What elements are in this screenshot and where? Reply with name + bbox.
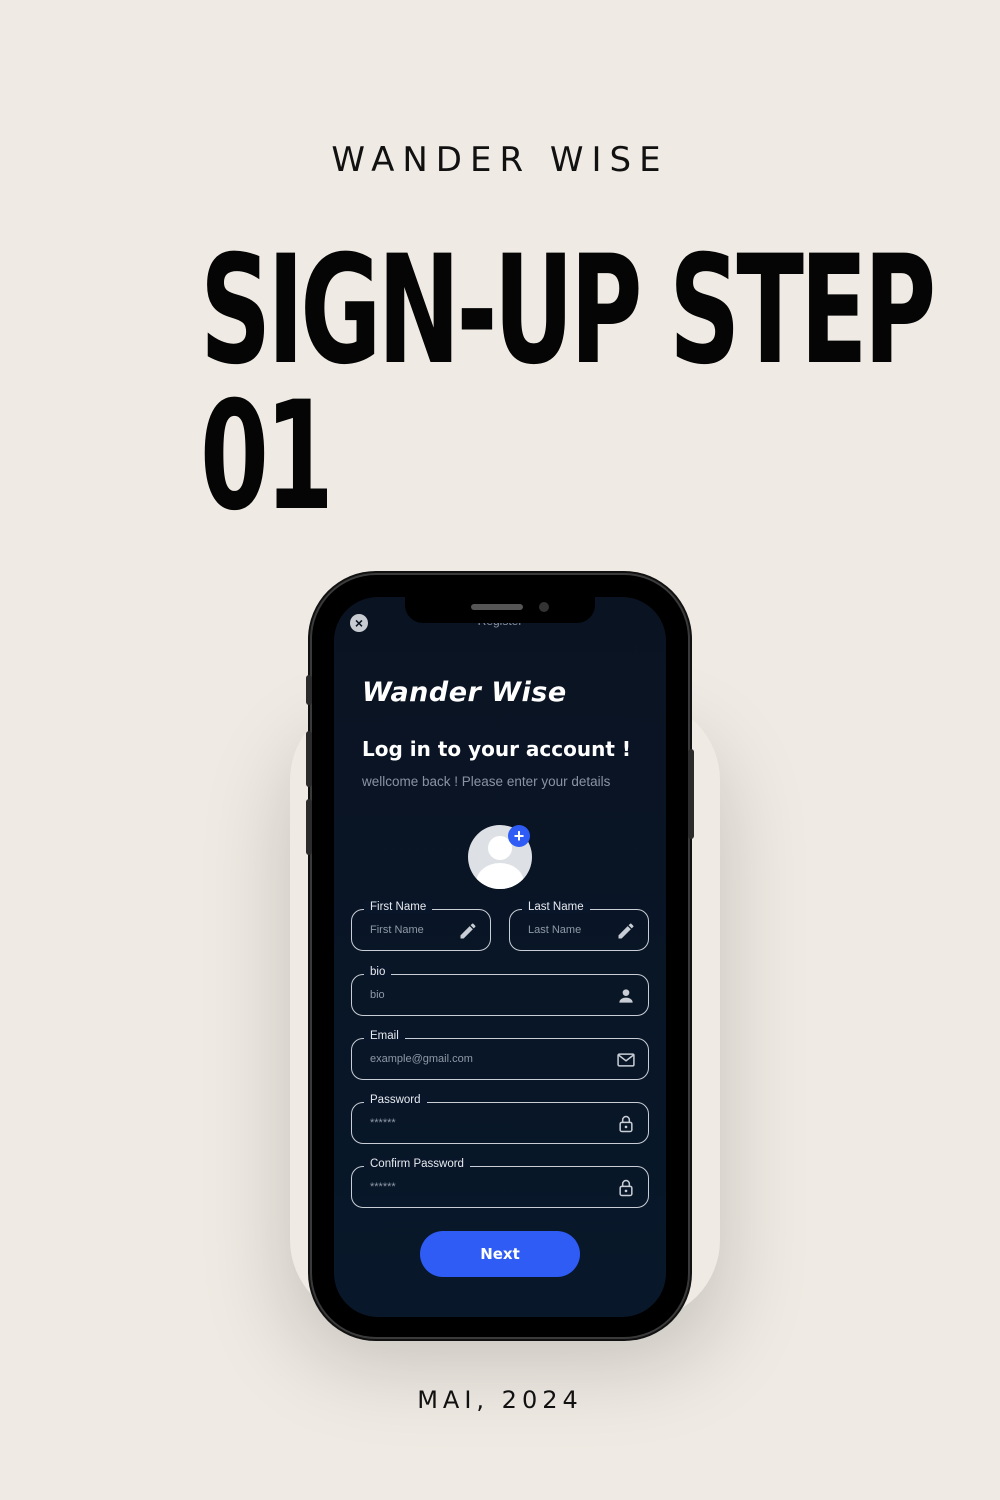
app-name: Wander Wise (362, 677, 567, 708)
first-name-placeholder: First Name (370, 924, 424, 936)
lock-icon[interactable] (616, 1114, 636, 1134)
phone-frame: Register × Wander Wise Log in to your ac… (306, 575, 694, 1337)
bio-placeholder: bio (370, 989, 385, 1001)
close-icon[interactable]: × (350, 614, 368, 632)
poster-brand: WANDER WISE (331, 140, 669, 180)
pencil-icon[interactable] (616, 921, 636, 941)
camera-icon (539, 602, 549, 612)
mail-icon (617, 1053, 635, 1067)
next-button[interactable]: Next (420, 1231, 580, 1277)
pencil-icon[interactable] (458, 921, 478, 941)
person-icon (619, 989, 633, 1003)
phone-notch (405, 597, 595, 623)
headline-line-1: SIGN-UP STEP (200, 224, 936, 398)
last-name-label: Last Name (522, 901, 590, 913)
password-field[interactable]: Password ****** (351, 1094, 649, 1144)
headline-line-2: 01 (200, 370, 334, 544)
avatar-body (476, 863, 524, 889)
confirm-password-field[interactable]: Confirm Password ****** (351, 1158, 649, 1208)
confirm-password-label: Confirm Password (364, 1158, 470, 1170)
add-photo-button[interactable]: + (508, 825, 530, 847)
bio-field[interactable]: bio bio (351, 966, 649, 1016)
first-name-label: First Name (364, 901, 433, 913)
page-subtitle: wellcome back ! Please enter your detail… (362, 774, 611, 789)
last-name-placeholder: Last Name (528, 924, 582, 936)
page-title: Log in to your account ! (362, 737, 631, 761)
app-screen: Register × Wander Wise Log in to your ac… (334, 597, 666, 1317)
password-label: Password (364, 1094, 427, 1106)
lock-icon[interactable] (616, 1178, 636, 1198)
speaker-grille (471, 604, 523, 610)
last-name-field[interactable]: Last Name Last Name (509, 901, 649, 951)
first-name-field[interactable]: First Name First Name (351, 901, 491, 951)
poster-date: MAI, 2024 (417, 1386, 583, 1414)
phone-button-volume-up (306, 731, 312, 787)
password-placeholder: ****** (370, 1117, 396, 1129)
phone-button-power (688, 749, 694, 839)
email-placeholder: example@gmail.com (370, 1053, 473, 1065)
email-field[interactable]: Email example@gmail.com (351, 1030, 649, 1080)
poster-headline: SIGN-UP STEP 01 (200, 224, 936, 544)
bio-label: bio (364, 966, 392, 978)
phone-button-volume-down (306, 799, 312, 855)
email-label: Email (364, 1030, 405, 1042)
confirm-password-placeholder: ****** (370, 1181, 396, 1193)
phone-button-mute (306, 675, 312, 705)
